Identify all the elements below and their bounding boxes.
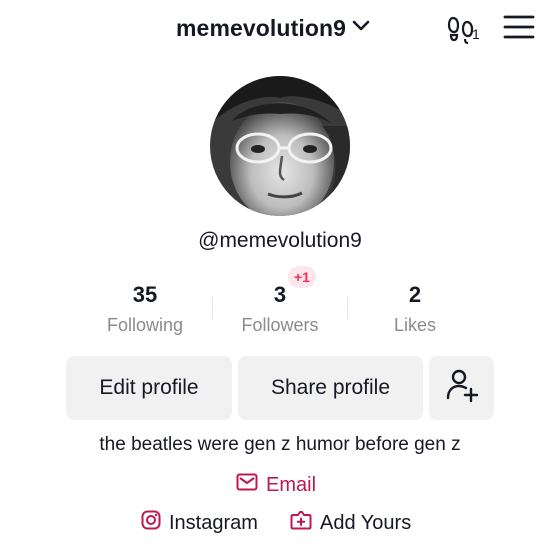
likes-label: Likes xyxy=(393,315,437,335)
hamburger-menu-icon xyxy=(500,15,538,48)
stat-followers[interactable]: 3 Followers xyxy=(213,281,347,338)
likes-count: 2 xyxy=(408,282,422,307)
menu-button[interactable] xyxy=(500,10,538,44)
add-yours-icon xyxy=(290,510,312,536)
add-friends-button[interactable] xyxy=(429,356,494,420)
username-dropdown[interactable]: memevolution9 xyxy=(176,12,370,44)
edit-profile-label: Edit profile xyxy=(99,376,199,399)
following-count: 35 xyxy=(132,282,158,307)
edit-profile-button[interactable]: Edit profile xyxy=(66,356,232,420)
share-profile-label: Share profile xyxy=(270,376,391,399)
username-title: memevolution9 xyxy=(176,14,347,41)
profile-bio: the beatles were gen z humor before gen … xyxy=(99,434,461,455)
stat-likes[interactable]: 2 Likes xyxy=(348,281,482,338)
instagram-icon xyxy=(141,510,161,536)
add-yours-label: Add Yours xyxy=(320,511,412,534)
new-followers-badge: +1 xyxy=(288,266,316,288)
following-label: Following xyxy=(106,315,184,335)
profile-views-button[interactable]: 1 xyxy=(442,10,488,46)
add-yours-link[interactable]: Add Yours xyxy=(290,510,411,536)
share-profile-button[interactable]: Share profile xyxy=(238,356,423,420)
stat-following[interactable]: 35 Following xyxy=(78,281,212,338)
instagram-link[interactable]: Instagram xyxy=(141,510,258,536)
email-label: Email xyxy=(266,473,317,496)
email-link[interactable]: Email xyxy=(236,472,316,498)
followers-label: Followers xyxy=(241,315,319,335)
chevron-down-icon xyxy=(352,19,370,37)
profile-views-count: 1 xyxy=(472,26,480,42)
followers-count: 3 xyxy=(273,282,287,307)
add-user-icon xyxy=(445,368,479,408)
profile-avatar[interactable] xyxy=(210,76,350,216)
profile-handle: @memevolution9 xyxy=(198,229,362,252)
instagram-label: Instagram xyxy=(169,511,258,534)
envelope-icon xyxy=(236,473,258,497)
